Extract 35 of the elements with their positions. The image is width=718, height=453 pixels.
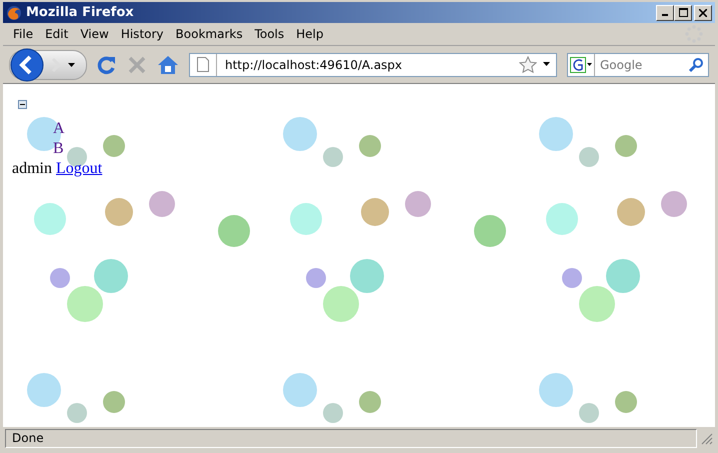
menu-item[interactable]: Help [290,27,330,41]
home-icon[interactable] [157,54,179,74]
menu-item[interactable]: View [74,27,115,41]
back-button[interactable] [10,48,44,82]
dropdown-icon[interactable] [543,62,550,67]
search-engine-icon[interactable] [570,56,592,72]
search-icon[interactable] [688,56,704,72]
search-bar[interactable]: Google [567,52,709,76]
menu-item[interactable]: Tools [248,27,290,41]
minimize-icon [662,14,668,16]
address-bar[interactable]: http://localhost:49610/A.aspx [189,52,557,76]
logout-link[interactable]: Logout [56,160,102,177]
reload-icon[interactable] [97,54,117,74]
tree-node[interactable]: A [53,119,715,139]
menu-item[interactable]: Edit [39,27,74,41]
user-name: admin [12,160,52,177]
minimize-button[interactable] [656,4,674,20]
close-icon [699,8,707,16]
resize-grip-icon[interactable] [699,431,713,445]
page-icon [197,57,209,72]
close-button[interactable] [694,4,712,20]
status-text: Done [12,431,44,445]
window-title: Mozilla Firefox [26,5,135,20]
tree-node[interactable]: B [53,139,715,159]
browser-logo-icon [6,4,22,20]
search-field[interactable]: Google [598,56,685,72]
menu-item[interactable]: Bookmarks [170,27,249,41]
maximize-button[interactable] [674,4,692,20]
star-icon[interactable] [519,56,537,74]
menu-item[interactable]: File [7,27,40,41]
address-field[interactable]: http://localhost:49610/A.aspx [223,56,513,72]
maximize-icon [678,8,688,17]
menu-item[interactable]: History [114,27,170,41]
history-dropdown-icon[interactable] [68,62,76,68]
collapse-icon[interactable] [18,100,27,109]
